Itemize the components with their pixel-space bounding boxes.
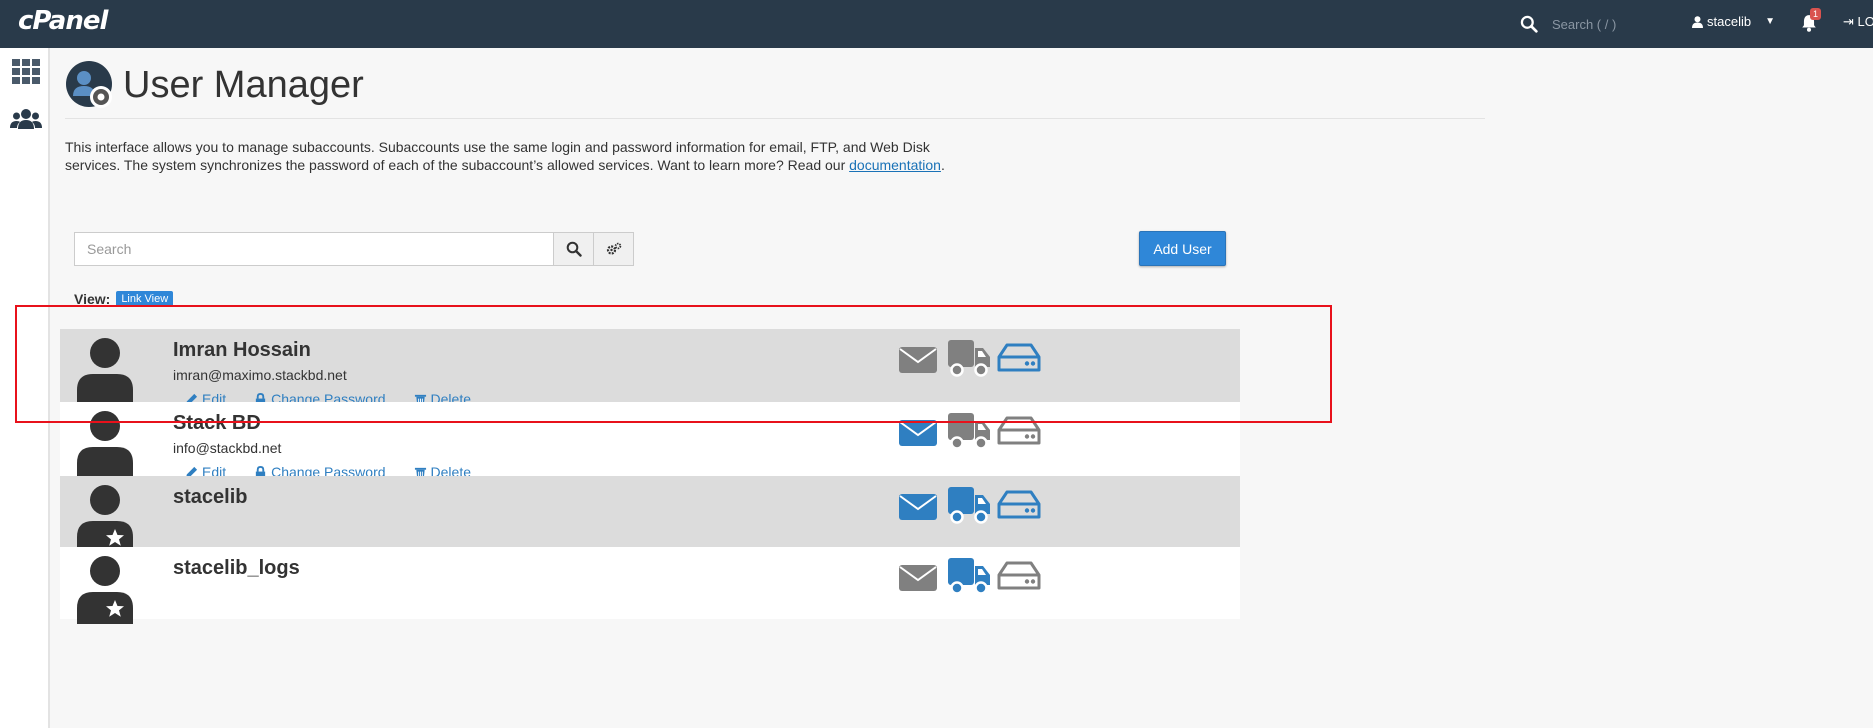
user-name: stacelib — [173, 486, 248, 508]
users-icon[interactable] — [10, 104, 42, 136]
search-icon — [1520, 15, 1538, 33]
user-menu[interactable]: stacelib ▼ — [1692, 14, 1775, 29]
email-service-icon — [899, 565, 937, 591]
header-divider — [65, 118, 1485, 119]
description-text: This interface allows you to manage suba… — [65, 139, 930, 173]
search-settings-button[interactable] — [594, 232, 634, 266]
search-button[interactable] — [554, 232, 594, 266]
user-search-bar — [74, 232, 634, 266]
user-search-input[interactable] — [74, 232, 554, 266]
ftp-service-icon — [948, 487, 990, 524]
logout-icon: ⇥ — [1843, 14, 1854, 29]
ftp-service-icon — [948, 558, 990, 595]
cpanel-logo[interactable]: cPanel — [18, 6, 108, 36]
top-navbar: cPanel Search ( / ) stacelib ▼ 1 ⇥ LOGOU… — [0, 0, 1873, 48]
chevron-down-icon: ▼ — [1765, 16, 1775, 27]
apps-grid-icon[interactable] — [10, 56, 42, 88]
username-label: stacelib — [1707, 14, 1752, 29]
search-icon — [566, 241, 582, 257]
add-user-button[interactable]: Add User — [1139, 231, 1226, 266]
user-row[interactable]: stacelib — [60, 476, 1240, 553]
notification-badge: 1 — [1810, 8, 1822, 20]
owner-avatar-icon — [77, 485, 133, 553]
page-header: User Manager — [65, 60, 364, 110]
highlight-box — [15, 305, 1332, 423]
service-icons — [897, 484, 1041, 526]
service-icons — [897, 555, 1041, 597]
owner-avatar-icon — [77, 556, 133, 624]
user-row[interactable]: stacelib_logs — [60, 547, 1240, 624]
description-end: . — [940, 157, 945, 173]
user-icon — [1692, 15, 1703, 28]
page-description: This interface allows you to manage suba… — [65, 138, 945, 174]
global-search-placeholder: Search ( / ) — [1552, 16, 1617, 32]
user-manager-icon — [66, 61, 112, 108]
global-search[interactable]: Search ( / ) — [1520, 13, 1670, 35]
user-name: stacelib_logs — [173, 557, 300, 579]
gears-icon — [606, 242, 621, 255]
logout-label: LOGOUT — [1857, 14, 1873, 29]
logout-link[interactable]: ⇥ LOGOUT — [1843, 14, 1873, 30]
user-email: info@stackbd.net — [173, 440, 282, 456]
webdisk-service-icon — [997, 490, 1041, 519]
webdisk-service-icon — [997, 561, 1041, 590]
page-title: User Manager — [123, 63, 364, 106]
documentation-link[interactable]: documentation — [849, 157, 941, 173]
email-service-icon — [899, 494, 937, 520]
